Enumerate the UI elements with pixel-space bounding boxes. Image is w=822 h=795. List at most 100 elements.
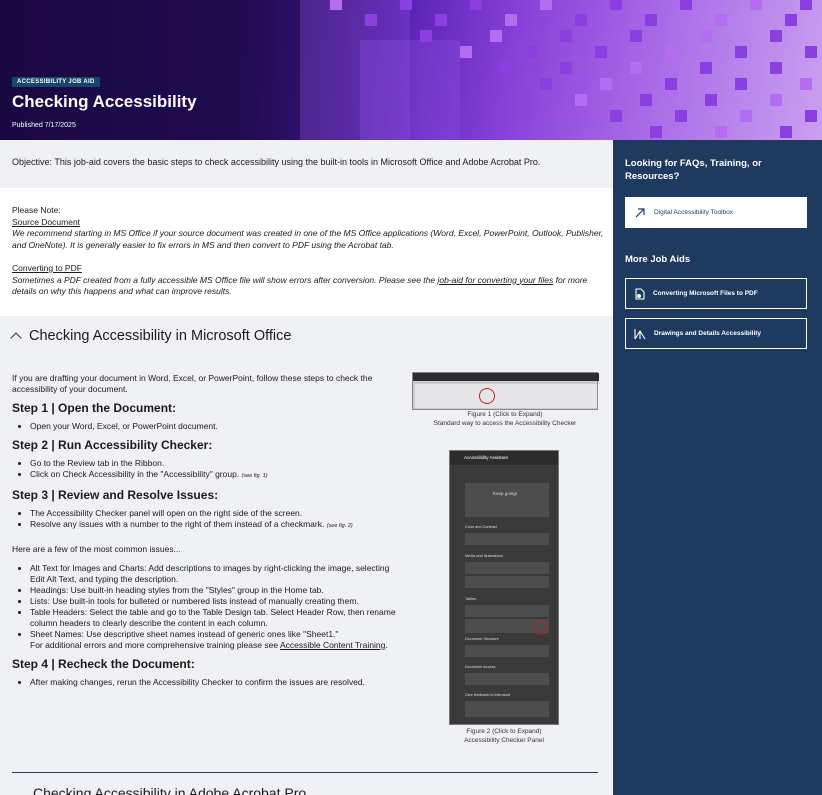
hero-tile xyxy=(665,46,677,58)
figure-2-caption-line: Accessibility Checker Panel xyxy=(464,736,544,744)
section-content: If you are drafting your document in Wor… xyxy=(12,373,402,688)
issues-list: Alt Text for Images and Charts: Add desc… xyxy=(12,563,402,651)
accessible-content-training-link[interactable]: Accessible Content Training xyxy=(280,640,385,650)
hero-tile xyxy=(735,46,747,58)
toolbox-link-button[interactable]: Digital Accessibility Toolbox xyxy=(625,197,807,228)
additional-text: For additional errors and more comprehen… xyxy=(30,640,280,650)
hero-tile xyxy=(770,94,782,106)
source-document-text: We recommend starting in MS Office if yo… xyxy=(12,228,604,250)
hero-tile xyxy=(715,126,727,138)
panel-group-label: Media and Illustrations xyxy=(465,554,503,558)
converting-text: Sometimes a PDF created from a fully acc… xyxy=(12,274,438,285)
hero-tile xyxy=(470,0,482,10)
hero-tile xyxy=(700,30,712,42)
hero-tile xyxy=(505,14,517,26)
faq-heading: Looking for FAQs, Training, or Resources… xyxy=(625,158,762,182)
hero-tile xyxy=(800,0,812,10)
section-divider xyxy=(12,772,598,773)
panel-row xyxy=(465,605,549,617)
panel-title: Accessibility Assistant xyxy=(450,451,558,465)
hero-tile xyxy=(705,94,717,106)
panel-row xyxy=(465,576,549,588)
hero-tile xyxy=(460,46,472,58)
panel-row xyxy=(465,701,549,717)
published-date: Published 7/17/2025 xyxy=(12,122,76,129)
panel-row xyxy=(465,645,549,657)
hero-tile xyxy=(805,46,817,58)
hero-tile xyxy=(560,62,572,74)
step4-title: Step 4 | Recheck the Document: xyxy=(12,657,195,671)
hero-tile xyxy=(750,0,762,10)
job-aid-tag: ACCESSIBILITY JOB AID xyxy=(12,77,100,87)
figure-1-caption-line: Standard way to access the Accessibility… xyxy=(433,419,577,427)
hero-tile xyxy=(640,94,652,106)
section-title: Checking Accessibility in Microsoft Offi… xyxy=(29,328,292,344)
hero-tile xyxy=(770,62,782,74)
list-item: The Accessibility Checker panel will ope… xyxy=(30,508,402,519)
ribbon-toolbar xyxy=(415,384,597,408)
more-job-aids-heading: More Job Aids xyxy=(625,254,691,265)
hero-tile xyxy=(490,30,502,42)
panel-group-label: Give feedback to Microsoft xyxy=(465,693,510,697)
highlight-circle xyxy=(479,388,495,404)
hero-tile xyxy=(610,0,622,10)
hero-tile xyxy=(780,126,792,138)
hero-tile xyxy=(645,14,657,26)
panel-group-label: Document Structure xyxy=(465,637,499,641)
job-aid-label: Drawings and Details Accessibility xyxy=(654,330,762,337)
hero-tile xyxy=(575,14,587,26)
drawing-icon xyxy=(634,328,646,339)
hero-tile xyxy=(715,14,727,26)
section-toggle[interactable]: Checking Accessibility in Microsoft Offi… xyxy=(10,328,292,344)
hero-tile xyxy=(770,30,782,42)
hero-tile xyxy=(525,46,537,58)
list-item: Alt Text for Images and Charts: Add desc… xyxy=(30,563,402,585)
list-item-text: Resolve any issues with a number to the … xyxy=(30,519,327,529)
hero-tile xyxy=(365,14,377,26)
fig-ref: (see fig. 2) xyxy=(326,523,353,529)
panel-row xyxy=(465,673,549,685)
list-item: Open your Word, Excel, or PowerPoint doc… xyxy=(30,421,402,432)
list-item: Lists: Use built-in tools for bulleted o… xyxy=(30,596,402,607)
highlight-circle xyxy=(534,621,548,635)
sheet-names-text: Sheet Names: Use descriptive sheet names… xyxy=(30,629,339,639)
next-section-title[interactable]: Checking Accessibility in Adobe Acrobat … xyxy=(33,785,306,795)
step3-title: Step 3 | Review and Resolve Issues: xyxy=(12,488,219,502)
common-issues-intro: Here are a few of the most common issues… xyxy=(12,544,181,554)
list-item: Table Headers: Select the table and go t… xyxy=(30,607,402,629)
source-document-label: Source Document xyxy=(12,216,81,227)
list-item: Resolve any issues with a number to the … xyxy=(30,519,402,532)
hero-tile xyxy=(540,78,552,90)
hero-tile xyxy=(805,110,817,122)
hero-tile xyxy=(540,0,552,10)
hero-banner: ACCESSIBILITY JOB AID Checking Accessibi… xyxy=(0,0,822,140)
hero-tile xyxy=(800,78,812,90)
list-item: Go to the Review tab in the Ribbon. xyxy=(30,458,402,469)
note-heading: Please Note: xyxy=(12,205,61,215)
figure-1-image[interactable] xyxy=(412,372,599,410)
hero-tile xyxy=(630,30,642,42)
hero-tile xyxy=(420,30,432,42)
figure-1-caption-line: Figure 1 (Click to Expand) xyxy=(467,411,543,418)
hero-tile xyxy=(400,0,412,10)
converting-job-aid-link[interactable]: job-aid for converting your files xyxy=(437,275,553,285)
arrow-up-right-icon xyxy=(635,207,645,217)
job-aid-drawings-button[interactable]: Drawings and Details Accessibility xyxy=(625,318,807,349)
panel-row xyxy=(465,562,549,574)
job-aid-converting-button[interactable]: Converting Microsoft Files to PDF xyxy=(625,278,807,309)
hero-tile xyxy=(675,110,687,122)
figure-1-caption: Figure 1 (Click to Expand) Standard way … xyxy=(412,411,598,428)
step1-list: Open your Word, Excel, or PowerPoint doc… xyxy=(12,421,402,432)
hero-step-band xyxy=(360,40,460,140)
hero-tile xyxy=(735,78,747,90)
hero-tile xyxy=(500,62,512,74)
hero-tile xyxy=(650,126,662,138)
step3-list: The Accessibility Checker panel will ope… xyxy=(12,508,402,532)
document-convert-icon xyxy=(635,287,645,300)
figure-2-image[interactable]: Accessibility Assistant Keep going! Colo… xyxy=(449,450,559,725)
list-item: After making changes, rerun the Accessib… xyxy=(30,677,402,688)
keep-going-text: Keep going! xyxy=(493,491,518,496)
list-item: Headings: Use built-in heading styles fr… xyxy=(30,585,402,596)
hero-tile xyxy=(330,0,342,10)
chevron-up-icon xyxy=(10,332,22,344)
